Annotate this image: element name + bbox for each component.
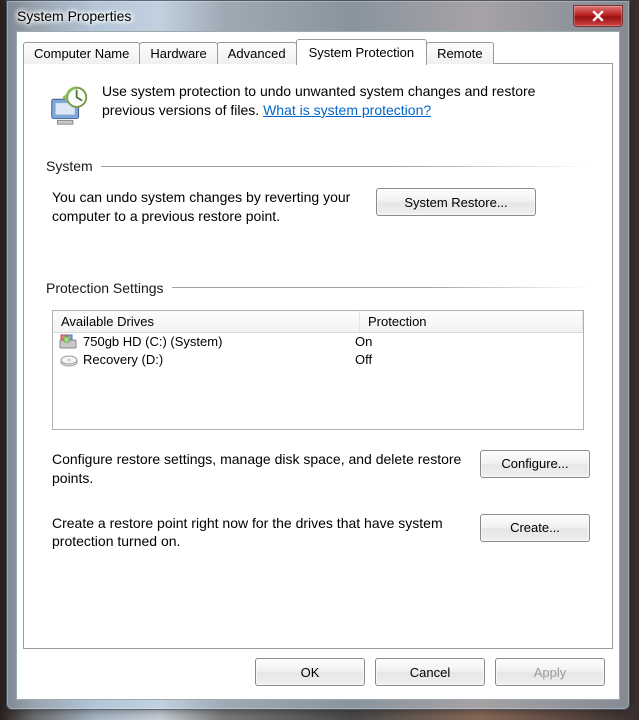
tab-system-protection[interactable]: System Protection	[296, 39, 428, 65]
tab-strip: Computer Name Hardware Advanced System P…	[23, 38, 613, 64]
system-protection-icon	[46, 82, 92, 128]
system-properties-window: System Properties Computer Name Hardware…	[6, 0, 630, 710]
drive-protection: Off	[347, 352, 583, 367]
configure-button[interactable]: Configure...	[480, 450, 590, 478]
apply-button[interactable]: Apply	[495, 658, 605, 686]
system-restore-row: You can undo system changes by reverting…	[52, 188, 590, 226]
divider	[101, 166, 590, 167]
ok-button[interactable]: OK	[255, 658, 365, 686]
what-is-system-protection-link[interactable]: What is system protection?	[263, 102, 431, 118]
cancel-button[interactable]: Cancel	[375, 658, 485, 686]
dialog-button-row: OK Cancel Apply	[23, 653, 613, 691]
configure-row: Configure restore settings, manage disk …	[52, 450, 590, 488]
group-protection-settings: Protection Settings	[46, 280, 590, 296]
drive-list-header: Available Drives Protection	[53, 311, 583, 333]
drive-name: 750gb HD (C:) (System)	[83, 334, 347, 349]
create-row: Create a restore point right now for the…	[52, 514, 590, 552]
tab-remote[interactable]: Remote	[426, 42, 494, 64]
group-protection-label: Protection Settings	[46, 280, 164, 296]
create-desc: Create a restore point right now for the…	[52, 514, 466, 552]
drive-list[interactable]: Available Drives Protection 750gb HD (C:…	[52, 310, 584, 430]
group-system: System	[46, 158, 590, 174]
tab-advanced[interactable]: Advanced	[217, 42, 297, 64]
intro-block: Use system protection to undo unwanted s…	[46, 82, 590, 128]
close-button[interactable]	[573, 5, 623, 27]
drive-icon	[59, 352, 79, 368]
system-restore-button[interactable]: System Restore...	[376, 188, 536, 216]
drive-row[interactable]: 750gb HD (C:) (System) On	[53, 333, 583, 351]
tab-page-system-protection: Use system protection to undo unwanted s…	[23, 63, 613, 649]
titlebar: System Properties	[7, 1, 629, 31]
group-system-label: System	[46, 158, 93, 174]
drive-protection: On	[347, 334, 583, 349]
column-protection[interactable]: Protection	[360, 311, 583, 332]
drive-system-icon	[59, 334, 79, 350]
divider	[172, 287, 590, 288]
column-available-drives[interactable]: Available Drives	[53, 311, 360, 332]
drive-name: Recovery (D:)	[83, 352, 347, 367]
intro-text: Use system protection to undo unwanted s…	[102, 82, 590, 128]
close-icon	[592, 10, 604, 22]
client-area: Computer Name Hardware Advanced System P…	[16, 31, 620, 700]
tab-computer-name[interactable]: Computer Name	[23, 42, 140, 64]
create-button[interactable]: Create...	[480, 514, 590, 542]
window-title: System Properties	[17, 8, 131, 24]
drive-row[interactable]: Recovery (D:) Off	[53, 351, 583, 369]
system-restore-desc: You can undo system changes by reverting…	[52, 188, 362, 226]
configure-desc: Configure restore settings, manage disk …	[52, 450, 466, 488]
tab-hardware[interactable]: Hardware	[139, 42, 217, 64]
